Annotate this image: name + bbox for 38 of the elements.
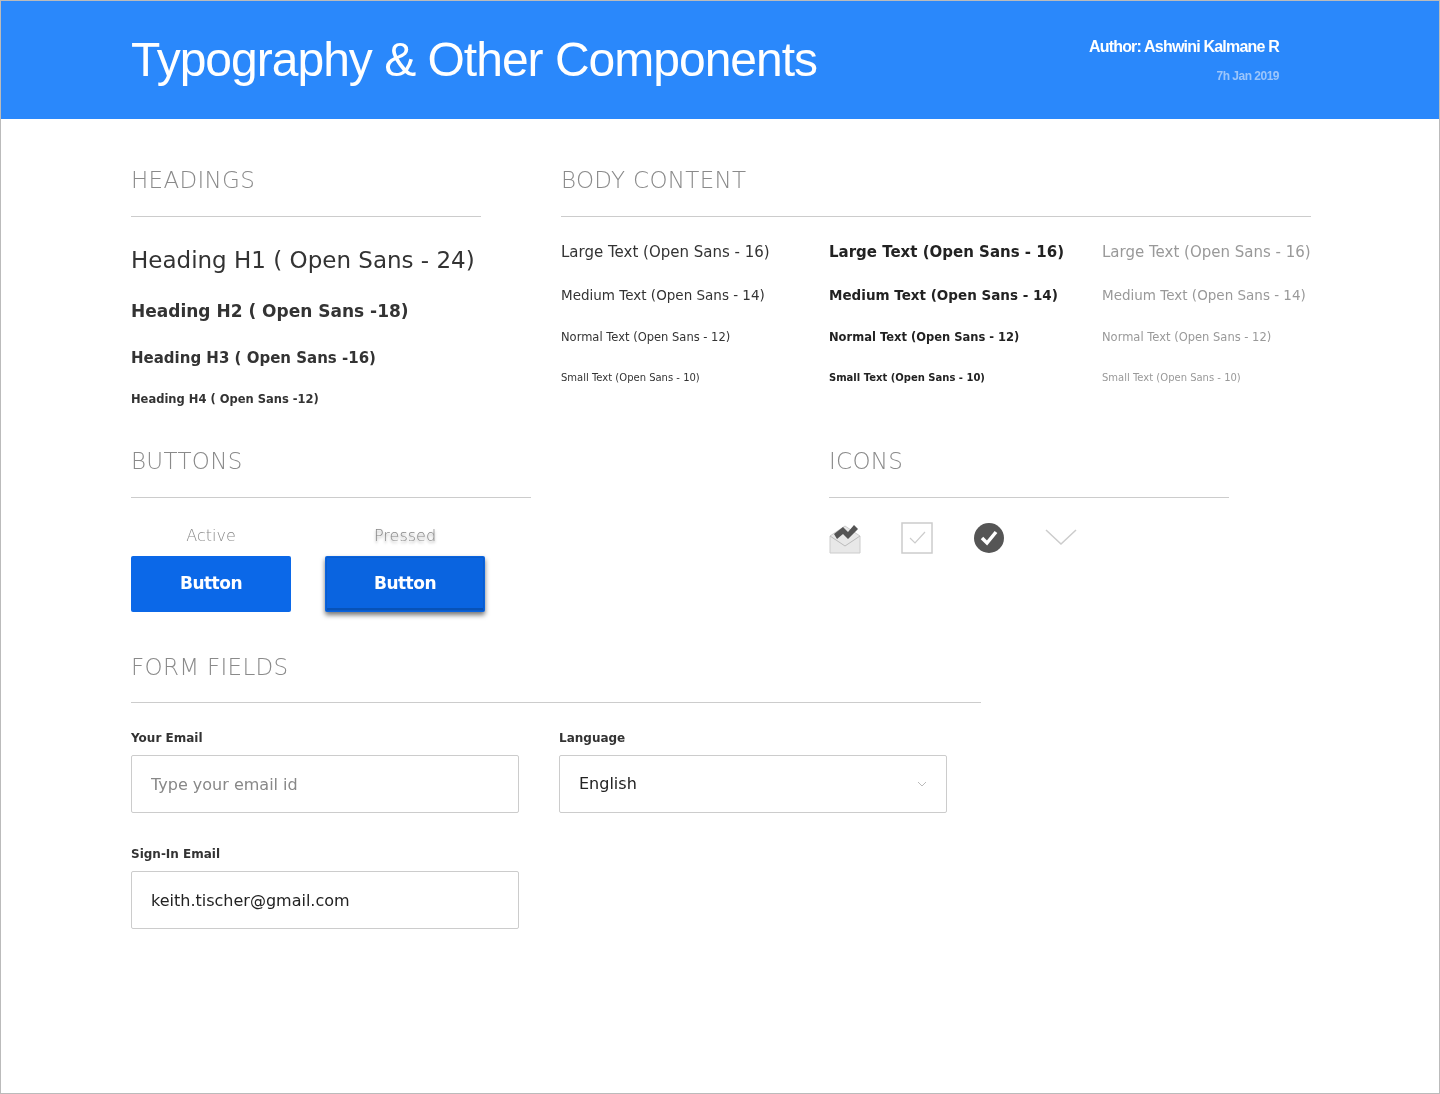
- dropdown-field[interactable]: English: [559, 755, 947, 814]
- sample-button[interactable]: Button: [131, 555, 291, 612]
- text-sample: Medium Text (Open Sans - 14): [561, 285, 766, 305]
- text-sample: Large Text (Open Sans - 16): [561, 241, 771, 263]
- author-name: Author: Ashwini Kalmane R: [1088, 37, 1279, 57]
- text-sample: Normal Text (Open Sans - 12): [829, 328, 1021, 346]
- button-state-label: Pressed: [372, 524, 438, 547]
- text-sample: Medium Text (Open Sans - 14): [1102, 285, 1307, 305]
- section-title: HEADINGS: [131, 163, 481, 217]
- heading-sample: Heading H1 ( Open Sans - 24): [131, 245, 476, 275]
- text-sample: Small Text (Open Sans - 10): [561, 371, 701, 385]
- checkbox-icon: [901, 521, 933, 554]
- field-label: Your Email: [131, 730, 204, 748]
- text-sample: Small Text (Open Sans - 10): [1102, 371, 1242, 385]
- input-field[interactable]: keith.tischer@gmail.com: [131, 871, 519, 930]
- text-sample: Large Text (Open Sans - 16): [1102, 241, 1311, 263]
- text-sample: Medium Text (Open Sans - 14): [829, 285, 1059, 305]
- date: 7h Jan 2019: [1215, 68, 1279, 85]
- section-title: BUTTONS: [131, 444, 531, 498]
- dropdown-value: English: [579, 773, 637, 796]
- text-sample: Large Text (Open Sans - 16): [829, 241, 1066, 263]
- text-sample: Normal Text (Open Sans - 12): [561, 328, 732, 346]
- field-label: Language: [559, 730, 627, 748]
- section-title: FORM FIELDS: [131, 649, 981, 704]
- chevron-down-icon: [917, 781, 927, 788]
- text-sample: Normal Text (Open Sans - 12): [1102, 328, 1273, 346]
- check-circle-icon: [973, 521, 1005, 554]
- section-title: ICONS: [829, 444, 1229, 498]
- sample-button[interactable]: Button: [325, 555, 485, 612]
- heading-sample: Heading H4 ( Open Sans -12): [131, 391, 320, 408]
- heading-sample: Heading H3 ( Open Sans -16): [131, 347, 377, 369]
- heading-sample: Heading H2 ( Open Sans -18): [131, 300, 410, 323]
- field-label: Sign-In Email: [131, 846, 222, 864]
- page-title: Typography & Other Components: [131, 32, 818, 88]
- button-state-label: Active: [185, 524, 237, 547]
- input-field[interactable]: Type your email id: [131, 755, 519, 814]
- text-sample: Small Text (Open Sans - 10): [829, 371, 986, 385]
- section-title: BODY CONTENT: [561, 163, 1311, 217]
